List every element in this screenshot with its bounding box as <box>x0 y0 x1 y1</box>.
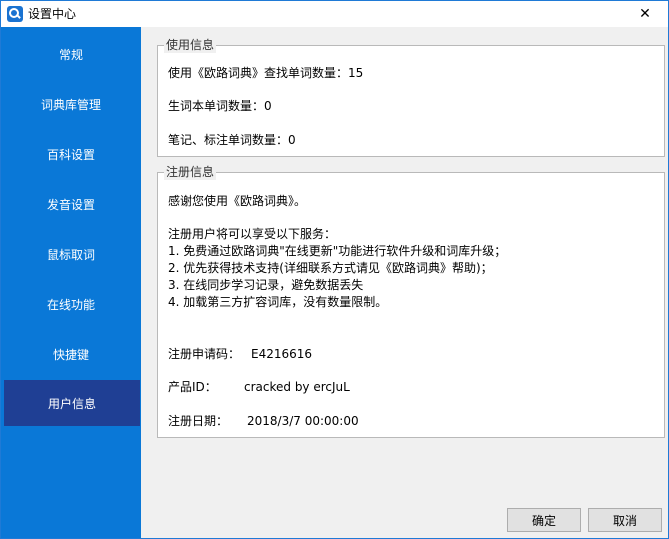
benefit-item: 4. 加载第三方扩容词库，没有数量限制。 <box>168 295 388 309</box>
sidebar-item-mouse-lookup[interactable]: 鼠标取词 <box>1 231 141 277</box>
benefit-item: 2. 优先获得技术支持(详细联系方式请见《欧路词典》帮助)； <box>168 261 493 275</box>
registration-info-title: 注册信息 <box>164 164 217 180</box>
thanks-text: 感谢您使用《欧路词典》。 <box>168 194 307 208</box>
register-date-value: 2018/3/7 00:00:00 <box>247 414 359 428</box>
sidebar-item-shortcuts[interactable]: 快捷键 <box>1 331 141 377</box>
usage-info-title: 使用信息 <box>164 37 217 53</box>
sidebar-item-label: 词典库管理 <box>40 97 101 112</box>
product-id-value: cracked by ercJuL <box>244 380 350 394</box>
lookup-count: 使用《欧路词典》查找单词数量：15 <box>168 66 364 80</box>
sidebar-item-label: 百科设置 <box>46 147 95 162</box>
cancel-button[interactable]: 取消 <box>588 508 662 532</box>
sidebar-item-label: 在线功能 <box>46 297 95 312</box>
sidebar-item-general[interactable]: 常规 <box>1 31 141 77</box>
sidebar-item-label: 用户信息 <box>47 396 96 411</box>
notes-count: 笔记、标注单词数量：0 <box>168 133 296 147</box>
register-date-label: 注册日期： <box>168 414 229 428</box>
sidebar-item-label: 常规 <box>58 47 83 62</box>
benefit-item: 3. 在线同步学习记录，避免数据丢失 <box>168 278 364 292</box>
product-id-label: 产品ID： <box>168 380 217 394</box>
request-code-value: E4216616 <box>251 347 313 361</box>
request-code-label: 注册申请码： <box>168 347 241 361</box>
close-icon: ✕ <box>639 6 651 22</box>
sidebar-item-label: 鼠标取词 <box>46 247 95 262</box>
close-button[interactable]: ✕ <box>622 1 668 27</box>
sidebar: 常规 词典库管理 百科设置 发音设置 鼠标取词 在线功能 快捷键 用户信息 <box>1 27 141 538</box>
app-logo-icon <box>7 6 23 22</box>
benefit-item: 1. 免费通过欧路词典"在线更新"功能进行软件升级和词库升级； <box>168 244 507 258</box>
registration-info-group: 注册信息 感谢您使用《欧路词典》。 注册用户将可以享受以下服务： 1. 免费通过… <box>157 164 665 438</box>
ok-button[interactable]: 确定 <box>507 508 581 532</box>
benefits-intro: 注册用户将可以享受以下服务： <box>168 227 337 241</box>
sidebar-item-label: 快捷键 <box>52 347 89 362</box>
usage-info-group: 使用信息 使用《欧路词典》查找单词数量：15 生词本单词数量：0 笔记、标注单词… <box>157 37 665 157</box>
sidebar-item-dictionary-manager[interactable]: 词典库管理 <box>1 81 141 127</box>
window-title: 设置中心 <box>28 7 77 21</box>
sidebar-item-online[interactable]: 在线功能 <box>1 281 141 327</box>
sidebar-item-label: 发音设置 <box>46 197 95 212</box>
title-bar: 设置中心 ✕ <box>1 1 668 27</box>
sidebar-item-encyclopedia[interactable]: 百科设置 <box>1 131 141 177</box>
sidebar-item-pronunciation[interactable]: 发音设置 <box>1 181 141 227</box>
vocab-count: 生词本单词数量：0 <box>168 99 272 113</box>
sidebar-item-user-info[interactable]: 用户信息 <box>4 380 140 426</box>
settings-window: 设置中心 ✕ 常规 词典库管理 百科设置 发音设置 鼠标取词 在线功能 快捷键 … <box>0 0 669 539</box>
